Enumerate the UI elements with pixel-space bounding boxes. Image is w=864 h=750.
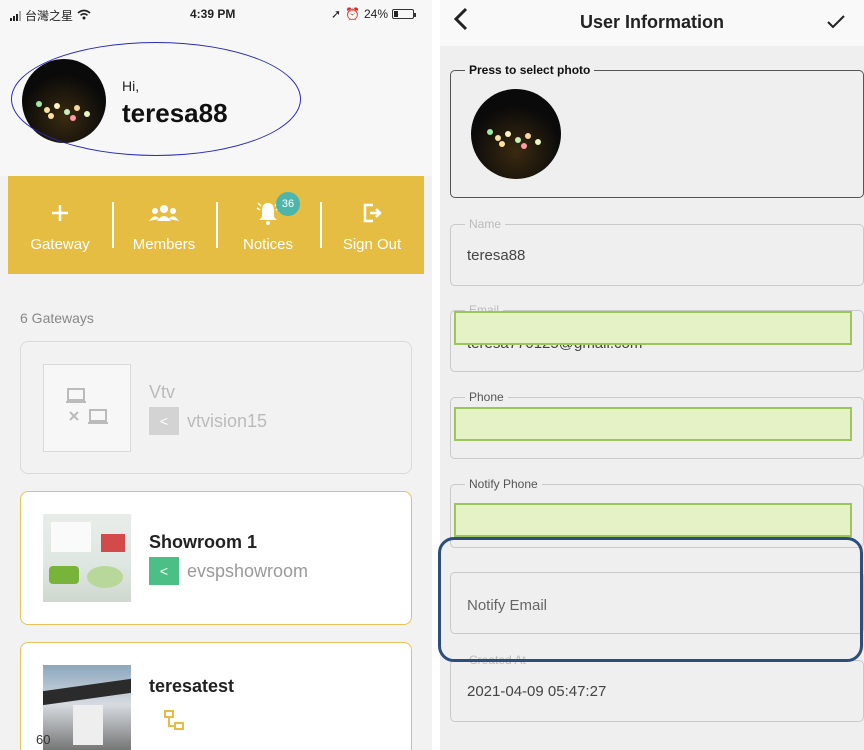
phone-redaction-box [454,407,852,441]
name-field[interactable]: Name teresa88 [450,217,864,286]
photo-green-ottoman [87,566,123,588]
created-at-field: Created At 2021-04-09 05:47:27 [450,653,864,722]
created-at-value: 2021-04-09 05:47:27 [467,683,607,700]
photo-window [51,522,91,552]
members-icon [149,198,179,228]
footer-number: 60 [36,732,51,747]
photo-red-panel [101,534,125,552]
battery-level [394,11,398,17]
notices-badge: 36 [276,192,300,216]
photo-green-chair [49,566,79,584]
gateway-subtitle-row: < vtvision15 [149,407,267,435]
carrier-group: 台灣之星 [10,7,91,24]
notify-email-highlight-frame [438,537,863,662]
checkmark-icon [827,15,845,29]
gateway-count: 6 Gateways [20,310,94,326]
status-bar: 台灣之星 4:39 PM ➚ ⏰ 24% [0,0,432,28]
navigation-bar: User Information [440,0,864,46]
action-bar: Gateway Members 36 Notices Sign Out [8,176,424,274]
email-redaction-box [454,311,852,345]
gateway-card-vtv[interactable]: Vtv < vtvision15 [20,341,412,474]
gateway-subtitle-row: < evspshowroom [149,557,308,585]
name-value: teresa88 [467,247,526,264]
photo-wall [73,705,103,745]
phone-label: Phone [465,390,508,404]
gateway-action[interactable]: Gateway [8,176,112,274]
home-screen: 台灣之星 4:39 PM ➚ ⏰ 24% Hi, teresa88 Gatewa… [0,0,432,750]
notify-phone-redaction-box [454,503,852,537]
photo-fieldset[interactable]: Press to select photo [450,63,864,198]
gateway-subtitle: vtvision15 [187,410,268,431]
gateway-photo-house [43,665,131,750]
share-icon: < [149,557,179,585]
wifi-icon [77,9,91,23]
sign-out-action[interactable]: Sign Out [320,176,424,274]
photo-lights [483,127,547,149]
save-button[interactable] [826,10,846,36]
gateway-card-showroom[interactable]: Showroom 1 < evspshowroom [20,491,412,625]
share-icon: < [149,407,179,435]
sitemap-icon [163,709,185,736]
notices-action-label: Notices [242,235,294,253]
sign-out-icon [361,198,383,228]
gateway-photo-showroom [43,514,131,602]
photo-roof [43,678,131,706]
name-label: Name [465,217,506,231]
carrier-label: 台灣之星 [25,9,74,23]
alarm-icon: ⏰ [345,7,360,21]
plus-icon [50,198,70,228]
sign-out-action-label: Sign Out [342,235,402,253]
profile-highlight-ellipse [11,42,301,156]
members-action-label: Members [132,235,196,253]
photo-legend: Press to select photo [465,63,595,77]
status-time: 4:39 PM [190,7,236,21]
gateway-title: teresatest [149,676,235,696]
gateway-subtitle: evspshowroom [187,560,309,581]
page-title: User Information [579,12,725,32]
gateway-title: Vtv [149,382,176,402]
gateway-action-label: Gateway [30,235,90,253]
status-right: ➚ ⏰ 24% [330,7,416,21]
notify-phone-label: Notify Phone [465,477,542,491]
gateway-title: Showroom 1 [149,532,258,552]
signal-icon [10,10,21,21]
notices-action[interactable]: 36 Notices [216,176,320,274]
location-icon: ➚ [330,7,342,21]
gateway-card-teresatest[interactable]: teresatest [20,642,412,750]
battery-label: 24% [363,7,388,21]
profile-photo[interactable] [471,89,561,179]
gateway-offline-icon [43,364,131,452]
members-action[interactable]: Members [112,176,216,274]
battery-icon [392,9,416,19]
